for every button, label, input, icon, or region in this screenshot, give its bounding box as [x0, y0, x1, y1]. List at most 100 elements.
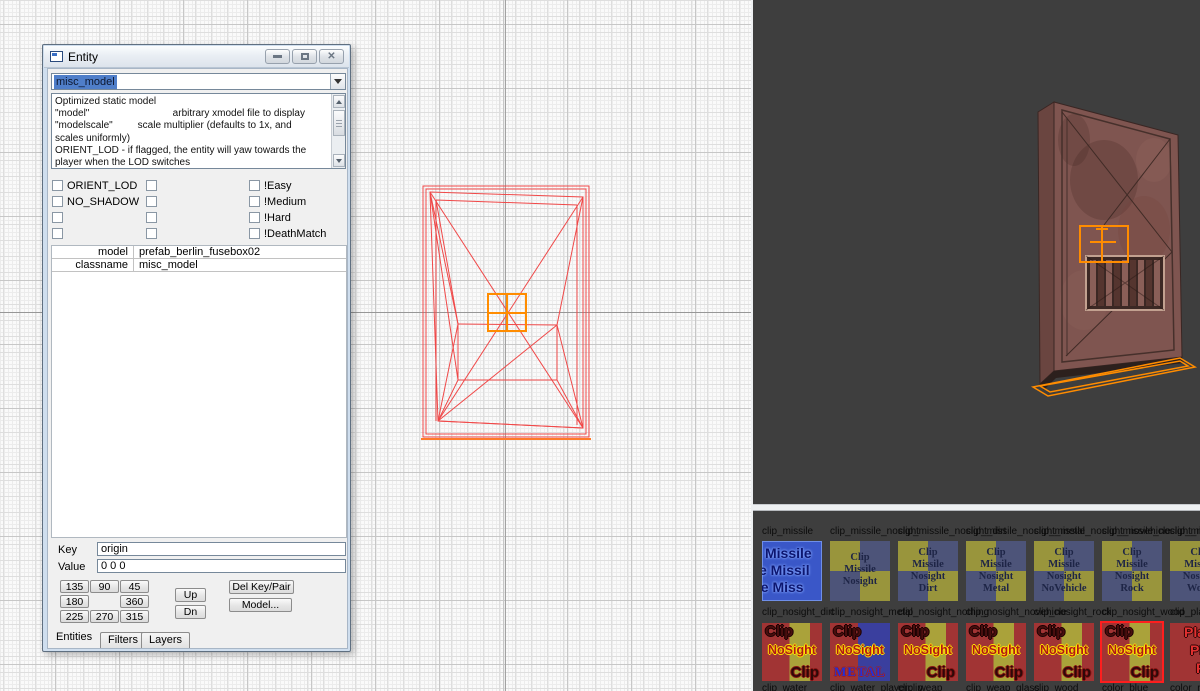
classname-combobox[interactable]: misc_model [51, 73, 346, 90]
viewport-3d[interactable] [755, 0, 1200, 504]
viewport-2d[interactable]: Entity ✕ misc_model Optimized static mod… [0, 0, 753, 691]
tile-text: Nosight [966, 571, 1026, 583]
texture-tile-clip_player[interactable]: PlayePlayPla [1170, 623, 1200, 681]
tile-text: NoSight [836, 643, 884, 657]
spawnflag-empty-1-3[interactable] [146, 227, 161, 240]
spawnflag--hard[interactable]: !Hard [249, 211, 291, 224]
model-button[interactable]: Model... [229, 598, 292, 612]
angle-button-270[interactable]: 270 [90, 610, 119, 623]
minimize-button[interactable] [265, 49, 290, 64]
checkbox[interactable] [249, 212, 260, 223]
tile-text: Rock [1102, 583, 1162, 595]
value-input[interactable]: 0 0 0 [97, 559, 346, 573]
spawnflag-empty-1-2[interactable] [146, 211, 161, 224]
texture-tile-clip_missile_nosight[interactable]: ClipMissileNosight [830, 541, 890, 601]
texture-tile-clip_missile_nosight_metal[interactable]: ClipMissileNosightMetal [966, 541, 1026, 601]
entity-properties-list[interactable]: modelprefab_berlin_fusebox02classnamemis… [51, 245, 347, 538]
dn-button[interactable]: Dn [175, 605, 206, 619]
texture-tile-clip_nosight_novehicle[interactable]: ClipNoSightClip [966, 623, 1026, 681]
chevron-down-icon[interactable] [330, 74, 345, 89]
checkbox[interactable] [146, 180, 157, 191]
spawnflags-area: ORIENT_LOD NO_SHADOW !Easy !Medium !Hard !Dea… [48, 177, 349, 245]
angle-button-90[interactable]: 90 [90, 580, 119, 593]
angle-button-180[interactable]: 180 [60, 595, 89, 608]
texture-tile-clip_missile_nosight_wood[interactable]: ClipMissileNosightWood [1170, 541, 1200, 601]
spawnflag--easy[interactable]: !Easy [249, 179, 292, 192]
scroll-up-icon[interactable] [333, 95, 345, 108]
origin-marker [488, 294, 526, 331]
tile-text: Missile [898, 559, 958, 571]
texture-tile-clip_nosight_wood[interactable]: Clip NoSight Clip [1102, 623, 1162, 681]
texture-tile-clip_missile_nosight_dirt[interactable]: ClipMissileNosightDirt [898, 541, 958, 601]
spawnflag--medium[interactable]: !Medium [249, 195, 306, 208]
spawnflag-empty-0-2[interactable] [52, 211, 67, 224]
key-input[interactable]: origin [97, 542, 346, 556]
checkbox[interactable] [146, 196, 157, 207]
spawnflag-empty-1-1[interactable] [146, 195, 161, 208]
angle-button-315[interactable]: 315 [120, 610, 149, 623]
dialog-titlebar[interactable]: Entity ✕ [44, 46, 349, 68]
texture-tile-clip_missile_nosight_rock[interactable]: ClipMissileNosightRock [1102, 541, 1162, 601]
restore-button[interactable] [292, 49, 317, 64]
texture-tile-clip_nosight_nothing[interactable]: ClipNoSightClip [898, 623, 958, 681]
texture-tile-clip_nosight_dirt[interactable]: ClipNoSightClip [762, 623, 822, 681]
scrollbar-thumb[interactable] [333, 110, 345, 136]
angle-button-225[interactable]: 225 [60, 610, 89, 623]
texture-label: clip_weap_glass [966, 683, 1039, 691]
spawnflag-label: !DeathMatch [264, 228, 326, 240]
checkbox[interactable] [249, 196, 260, 207]
up-button[interactable]: Up [175, 588, 206, 602]
tile-text: METAL [834, 664, 886, 680]
close-button[interactable]: ✕ [319, 49, 344, 64]
tile-text: Clip [765, 623, 793, 640]
tile-text: Clip [1131, 664, 1159, 681]
entity-dialog: Entity ✕ misc_model Optimized static mod… [42, 44, 351, 652]
spawnflag-no-shadow[interactable]: NO_SHADOW [52, 195, 139, 208]
angle-button-360[interactable]: 360 [120, 595, 149, 608]
spawnflag-empty-0-3[interactable] [52, 227, 67, 240]
checkbox[interactable] [52, 180, 63, 191]
property-row-model[interactable]: modelprefab_berlin_fusebox02 [52, 246, 346, 259]
texture-tile-clip_missile_nosight_novehicle[interactable]: ClipMissileNosightNoVehicle [1034, 541, 1094, 601]
tile-text: Clip [966, 547, 1026, 559]
checkbox[interactable] [146, 228, 157, 239]
tab-layers[interactable]: Layers [141, 632, 190, 648]
angle-button-45[interactable]: 45 [120, 580, 149, 593]
del-keypair-button[interactable]: Del Key/Pair [229, 580, 294, 594]
texture-label: clip_player [1170, 607, 1200, 618]
checkbox[interactable] [52, 228, 63, 239]
checkbox[interactable] [146, 212, 157, 223]
texture-label: clip_wood [1034, 683, 1078, 691]
tab-filters[interactable]: Filters [100, 632, 146, 648]
window-icon [50, 51, 63, 62]
angle-button-135[interactable]: 135 [60, 580, 89, 593]
key-label: Key [58, 544, 77, 556]
tile-text: NoSight [1108, 643, 1156, 657]
checkbox[interactable] [52, 196, 63, 207]
tab-entities[interactable]: Entities [56, 631, 92, 643]
texture-browser[interactable]: clip_missileMissilee Missilile Missclip_… [755, 511, 1200, 691]
texture-tile-clip_nosight_rock[interactable]: ClipNoSightClip [1034, 623, 1094, 681]
tile-text: Play [1190, 642, 1200, 658]
spawnflag-orient-lod[interactable]: ORIENT_LOD [52, 179, 137, 192]
spawnflag-empty-1-0[interactable] [146, 179, 161, 192]
tile-text: Clip [1102, 547, 1162, 559]
tile-text: Missile [765, 545, 822, 562]
tile-text: Clip [1170, 547, 1200, 559]
checkbox[interactable] [52, 212, 63, 223]
checkbox[interactable] [249, 228, 260, 239]
property-row-classname[interactable]: classnamemisc_model [52, 259, 346, 272]
tile-text: NoVehicle [1034, 583, 1094, 595]
tile-text: Clip [1034, 547, 1094, 559]
spawnflag--deathmatch[interactable]: !DeathMatch [249, 227, 326, 240]
tile-text: Clip [1105, 623, 1133, 640]
horizontal-splitter[interactable] [753, 504, 1200, 511]
description-scrollbar[interactable] [331, 94, 345, 168]
tile-text: Nosight [830, 576, 890, 588]
spawnflag-label: !Medium [264, 196, 306, 208]
checkbox[interactable] [249, 180, 260, 191]
scroll-down-icon[interactable] [333, 154, 345, 167]
texture-tile-clip_missile[interactable]: Missilee Missilile Miss [762, 541, 822, 601]
texture-tile-clip_nosight_metal[interactable]: ClipNoSightMETAL [830, 623, 890, 681]
tile-text: Metal [966, 583, 1026, 595]
